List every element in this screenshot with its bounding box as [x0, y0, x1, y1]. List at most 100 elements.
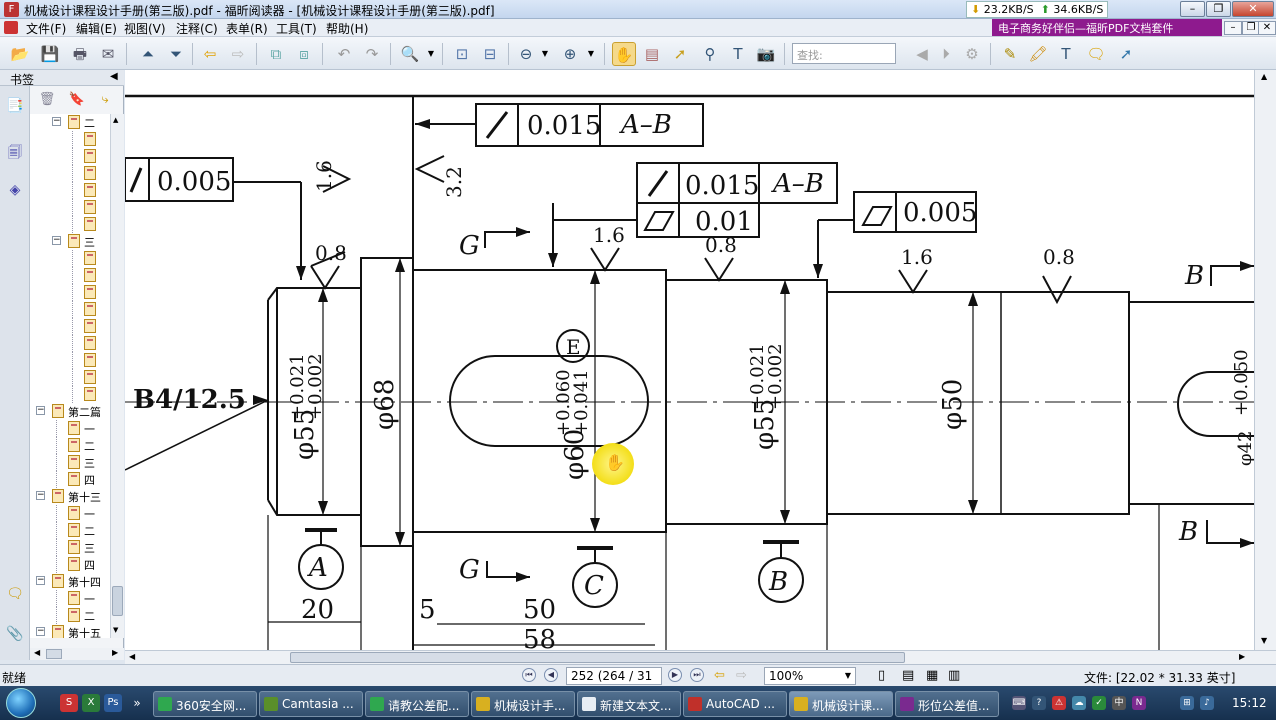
- first-page-icon[interactable]: ⏮: [522, 668, 536, 682]
- open-icon[interactable]: 📂: [8, 42, 32, 66]
- zoom-out-dropdown-icon[interactable]: ▼: [538, 42, 552, 66]
- bookmark-hscrollbar[interactable]: ◀ ▶: [30, 648, 124, 660]
- ad-banner[interactable]: 电子商务好伴侣—福昕PDF文档套件: [992, 19, 1222, 36]
- start-button[interactable]: [6, 688, 36, 718]
- shield-icon[interactable]: ✓: [1092, 696, 1106, 710]
- menu-comment[interactable]: 注释(C): [176, 20, 218, 37]
- layers-tab-icon[interactable]: ◈: [5, 182, 25, 204]
- document-vscrollbar[interactable]: ▲ ▼: [1254, 70, 1276, 650]
- taskbar-button[interactable]: AutoCAD ...: [683, 691, 787, 717]
- menu-file[interactable]: 文件(F): [26, 20, 66, 37]
- expand-toggle-icon[interactable]: −: [52, 236, 61, 245]
- hand-tool-icon[interactable]: ✋: [612, 42, 636, 66]
- snapshot-icon[interactable]: 📷: [754, 42, 778, 66]
- last-page-icon[interactable]: ⏭: [690, 668, 704, 682]
- quicklaunch-wps-icon[interactable]: S: [60, 694, 78, 712]
- taskbar-button[interactable]: 机械设计手...: [471, 691, 575, 717]
- new-bookmark-icon[interactable]: 🔖: [68, 92, 86, 110]
- zoom-chevron-down-icon[interactable]: ▼: [845, 671, 851, 680]
- typewriter-icon[interactable]: ✎: [998, 42, 1022, 66]
- go-back-icon[interactable]: ⇦: [714, 668, 725, 683]
- quicklaunch-excel-icon[interactable]: X: [82, 694, 100, 712]
- bookmarks-tab-icon[interactable]: 📑: [5, 98, 25, 120]
- previous-page-icon[interactable]: ⏶: [136, 42, 160, 66]
- comments-tab-icon[interactable]: 🗨: [5, 586, 25, 608]
- collapse-panel-icon[interactable]: ◀: [110, 71, 118, 82]
- document-view[interactable]: 0.015 A–B 0.005 0.015 A–B 0.01 0.005 B4/…: [125, 70, 1254, 650]
- cloud-icon[interactable]: ☁: [1072, 696, 1086, 710]
- taskbar-button[interactable]: 形位公差值...: [895, 691, 999, 717]
- menu-form[interactable]: 表单(R): [226, 20, 268, 37]
- scroll-up-icon[interactable]: ▲: [113, 116, 118, 124]
- scroll-down-icon[interactable]: ▼: [113, 626, 118, 634]
- doc-scroll-left-icon[interactable]: ◀: [129, 652, 135, 661]
- print-icon[interactable]: 🖶: [68, 42, 92, 66]
- scroll-thumb[interactable]: [112, 586, 123, 616]
- select-annotation-icon[interactable]: ➚: [668, 42, 692, 66]
- extract-page-icon[interactable]: ⧉: [264, 42, 288, 66]
- doc-scroll-down-icon[interactable]: ▼: [1261, 636, 1267, 645]
- hscroll-thumb[interactable]: [46, 649, 62, 659]
- bookmark-options-icon[interactable]: ⤷: [96, 92, 114, 110]
- doc-hscroll-thumb[interactable]: [290, 652, 905, 663]
- antivirus-icon[interactable]: ⚠: [1052, 696, 1066, 710]
- select-text-icon[interactable]: ▤: [640, 42, 664, 66]
- fit-page-icon[interactable]: ⊡: [450, 42, 474, 66]
- doc-minimize-button[interactable]: –: [1224, 21, 1242, 35]
- attachments-tab-icon[interactable]: 📎: [5, 626, 25, 648]
- delete-bookmark-icon[interactable]: 🗑: [38, 92, 56, 110]
- find-next-icon[interactable]: ⏵: [934, 42, 958, 66]
- doc-close-button[interactable]: ✕: [1258, 21, 1276, 35]
- continuous-facing-icon[interactable]: ▥: [948, 668, 960, 683]
- show-desktop-icon[interactable]: »: [128, 694, 146, 712]
- email-icon[interactable]: ✉: [96, 42, 120, 66]
- zoom-dropdown-icon[interactable]: ▼: [424, 42, 438, 66]
- taskbar-button[interactable]: 机械设计课...: [789, 691, 893, 717]
- taskbar-button[interactable]: 新建文本文...: [577, 691, 681, 717]
- doc-scroll-right-icon[interactable]: ▶: [1239, 652, 1245, 661]
- scroll-right-icon[interactable]: ▶: [112, 648, 118, 657]
- search-input[interactable]: 查找:: [792, 43, 896, 64]
- minimize-button[interactable]: –: [1180, 1, 1205, 17]
- help-tray-icon[interactable]: ?: [1032, 696, 1046, 710]
- expand-toggle-icon[interactable]: −: [52, 117, 61, 126]
- expand-toggle-icon[interactable]: −: [36, 406, 45, 415]
- bookmark-scrollbar[interactable]: ▲ ▼: [110, 114, 124, 638]
- zoom-out-icon[interactable]: ⊖: [514, 42, 538, 66]
- zoom-in-dropdown-icon[interactable]: ▼: [584, 42, 598, 66]
- expand-toggle-icon[interactable]: −: [36, 491, 45, 500]
- doc-scroll-up-icon[interactable]: ▲: [1261, 72, 1267, 81]
- forward-icon[interactable]: ⇨: [226, 42, 250, 66]
- taskbar-button[interactable]: Camtasia ...: [259, 691, 363, 717]
- note-icon[interactable]: 🗨: [1084, 42, 1108, 66]
- redo-icon[interactable]: ↷: [360, 42, 384, 66]
- pages-tab-icon[interactable]: 🗐: [5, 142, 25, 164]
- arrow-tool-icon[interactable]: ➚: [1114, 42, 1138, 66]
- expand-toggle-icon[interactable]: −: [36, 576, 45, 585]
- go-forward-icon[interactable]: ⇨: [736, 668, 747, 683]
- expand-toggle-icon[interactable]: −: [36, 627, 45, 636]
- zoom-in-icon[interactable]: ⊕: [558, 42, 582, 66]
- menu-view[interactable]: 视图(V): [124, 20, 166, 37]
- zoom-icon[interactable]: 🔍: [398, 42, 422, 66]
- input-method-icon[interactable]: 中: [1112, 696, 1126, 710]
- page-number-input[interactable]: 252 (264 / 31: [566, 667, 662, 685]
- find-icon[interactable]: ⚲: [698, 42, 722, 66]
- close-button[interactable]: ✕: [1232, 1, 1274, 17]
- save-icon[interactable]: 💾: [38, 42, 62, 66]
- prev-page-icon[interactable]: ◀: [544, 668, 558, 682]
- scroll-left-icon[interactable]: ◀: [34, 648, 40, 657]
- find-previous-icon[interactable]: ◀: [910, 42, 934, 66]
- keyboard-icon[interactable]: ⌨: [1012, 696, 1026, 710]
- text-tool-icon[interactable]: T: [726, 42, 750, 66]
- onenote-tray-icon[interactable]: N: [1132, 696, 1146, 710]
- menu-help[interactable]: 帮助(H): [326, 20, 368, 37]
- insert-page-icon[interactable]: ⧈: [292, 42, 316, 66]
- taskbar-button[interactable]: 360安全网...: [153, 691, 257, 717]
- zoom-select[interactable]: 100% ▼: [764, 667, 856, 685]
- menu-tools[interactable]: 工具(T): [276, 20, 317, 37]
- single-page-icon[interactable]: ▯: [878, 668, 885, 683]
- document-hscrollbar[interactable]: ◀ ▶: [125, 650, 1276, 664]
- volume-icon[interactable]: ♪: [1200, 696, 1214, 710]
- back-icon[interactable]: ⇦: [198, 42, 222, 66]
